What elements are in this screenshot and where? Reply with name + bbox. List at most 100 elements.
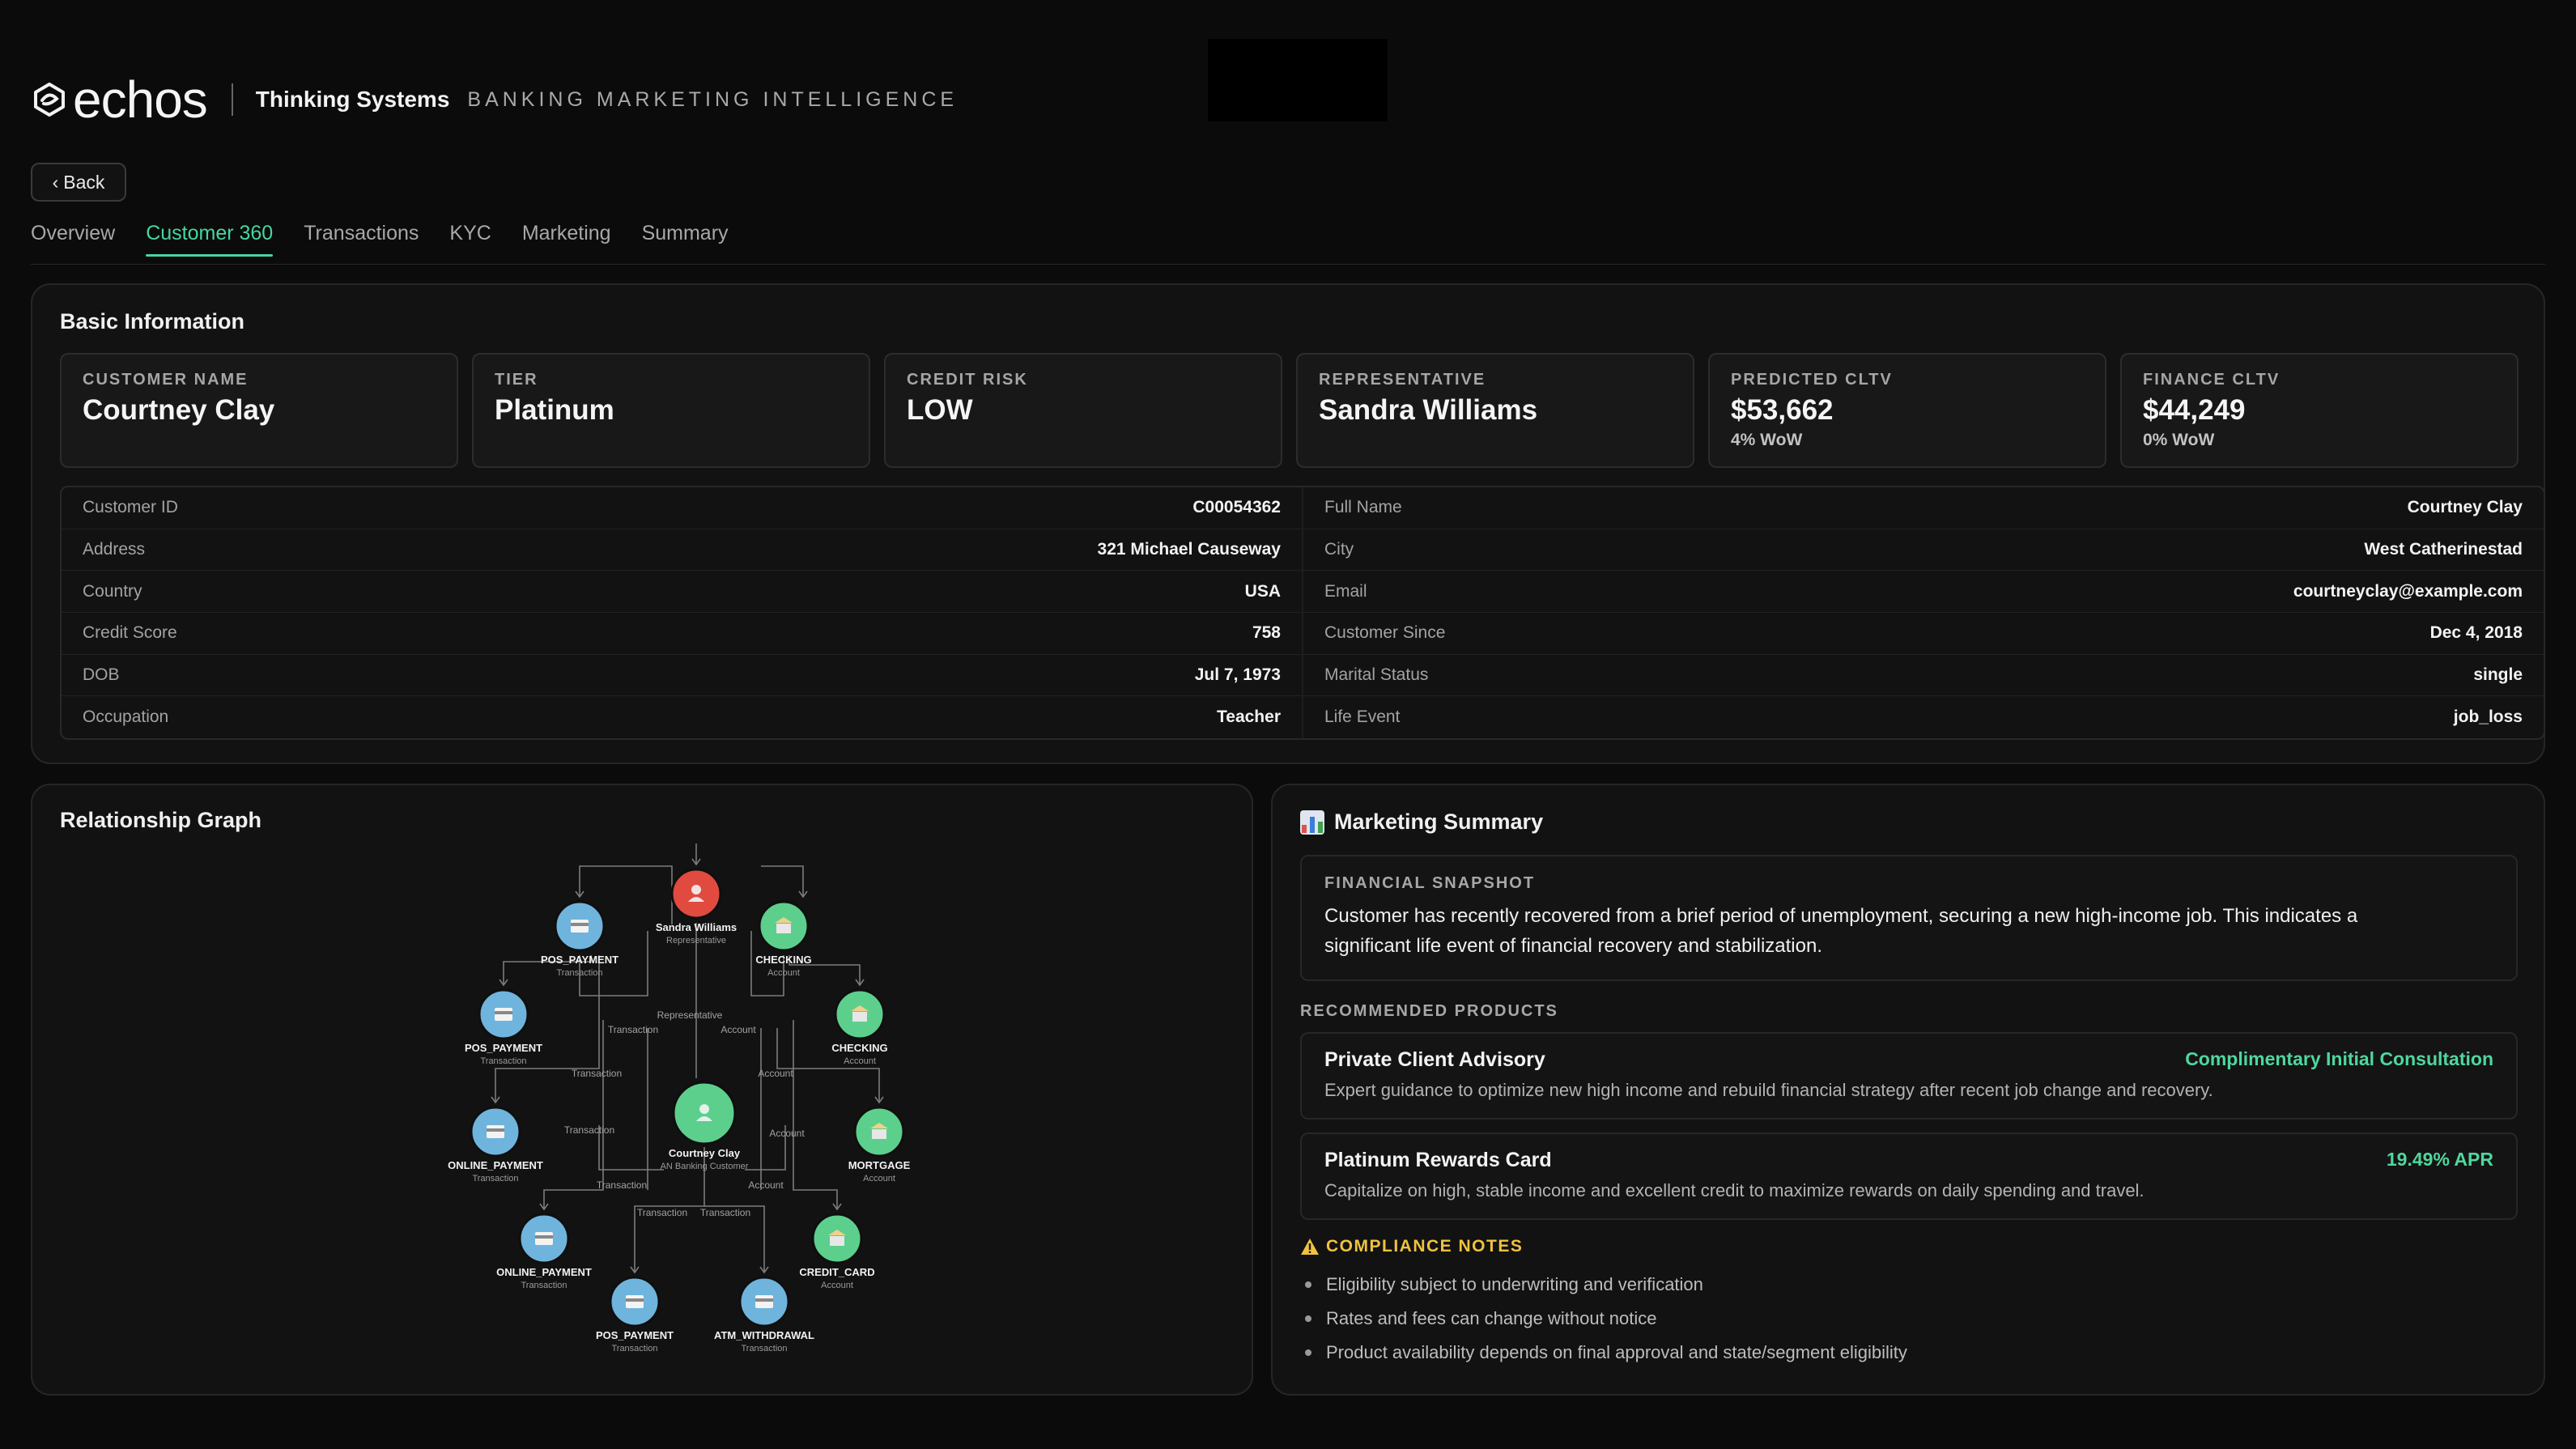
product-description: Capitalize on high, stable income and ex… — [1324, 1180, 2145, 1200]
row-value: 758 — [1252, 623, 1281, 643]
row-key: Country — [83, 581, 142, 601]
node-type: Account — [821, 1281, 853, 1290]
table-row: Customer ID C00054362 — [62, 487, 1302, 529]
brand-name: Thinking Systems — [255, 87, 450, 112]
stat-change: 0% WoW — [2143, 431, 2215, 449]
row-key: Life Event — [1324, 708, 1401, 727]
stat-label: FINANCE CLTV — [2143, 371, 2281, 389]
compliance-notes-header: COMPLIANCE NOTES — [1300, 1237, 1523, 1256]
marketing-summary-card: Marketing Summary FINANCIAL SNAPSHOT Cus… — [1271, 784, 2545, 1396]
node-type: Transaction — [611, 1344, 657, 1353]
logo[interactable]: echos — [31, 74, 208, 125]
customer-details-table: Customer ID C00054362 Address 321 Michael … — [60, 486, 2545, 740]
node-label: Sandra Williams — [656, 921, 737, 933]
stat-tiles: CUSTOMER NAME Courtney Clay TIER Platinu… — [60, 353, 2519, 468]
node-type: Transaction — [472, 1174, 518, 1183]
card-icon-stripe — [487, 1128, 504, 1132]
basic-information-card: Basic Information CUSTOMER NAME Courtney… — [31, 283, 2545, 764]
bank-icon-body — [852, 1012, 867, 1022]
brand-subtitle: BANKING MARKETING INTELLIGENCE — [467, 87, 959, 111]
product-offer: 19.49% APR — [2386, 1149, 2493, 1170]
bank-icon-body — [830, 1236, 844, 1246]
row-key: Customer ID — [83, 498, 178, 517]
row-key: Occupation — [83, 708, 169, 727]
product-card-private-client-advisory[interactable]: Private Client Advisory Complimentary In… — [1300, 1032, 2518, 1120]
redacted-area — [1208, 39, 1388, 121]
snapshot-line: significant life event of financial reco… — [1324, 935, 1822, 957]
edge-label: Representative — [657, 1009, 723, 1021]
row-key: Address — [83, 540, 146, 559]
edge-label: Account — [758, 1068, 793, 1079]
tab-divider — [31, 264, 2545, 265]
product-card-platinum-rewards-card[interactable]: Platinum Rewards Card 19.49% APR Capital… — [1300, 1132, 2518, 1220]
stat-finance-cltv: FINANCE CLTV $44,249 0% WoW — [2120, 353, 2519, 468]
stat-value: LOW — [907, 394, 973, 426]
row-value: Dec 4, 2018 — [2429, 623, 2523, 643]
relationship-graph-canvas[interactable]: Representative Transaction Account Transact… — [32, 785, 1255, 1397]
node-type: Representative — [666, 936, 726, 945]
list-item: Eligibility subject to underwriting and … — [1305, 1268, 1907, 1302]
stat-label: CUSTOMER NAME — [83, 371, 249, 389]
financial-snapshot-text: Customer has recently recovered from a b… — [1324, 901, 2493, 961]
basic-information-title: Basic Information — [60, 309, 245, 334]
tab-kyc[interactable]: KYC — [449, 222, 491, 257]
row-value: Jul 7, 1973 — [1194, 665, 1281, 685]
edge-label: Transaction — [637, 1207, 687, 1218]
relationship-graph-card: Relationship Graph Representative Transac… — [31, 784, 1253, 1396]
edge-label: Account — [748, 1179, 784, 1191]
row-key: DOB — [83, 665, 120, 685]
table-row: Customer Since Dec 4, 2018 — [1303, 613, 2544, 655]
tab-transactions[interactable]: Transactions — [304, 222, 419, 257]
chevron-left-icon: ‹ — [52, 171, 59, 193]
product-name: Platinum Rewards Card — [1324, 1149, 1552, 1171]
node-label: ONLINE_PAYMENT — [496, 1266, 592, 1278]
snapshot-line: Customer has recently recovered from a b… — [1324, 905, 2358, 927]
stat-change: 4% WoW — [1731, 431, 1803, 449]
edge-label: Transaction — [564, 1124, 614, 1136]
row-value: West Catherinestad — [2364, 540, 2523, 559]
node-label: POS_PAYMENT — [596, 1329, 674, 1341]
node-type: AN Banking Customer — [661, 1162, 749, 1171]
card-icon-stripe — [755, 1298, 773, 1302]
node-type: Transaction — [741, 1344, 787, 1353]
tab-summary[interactable]: Summary — [642, 222, 729, 257]
product-description: Expert guidance to optimize new high inc… — [1324, 1080, 2213, 1100]
row-key: Email — [1324, 581, 1367, 601]
node-type: Transaction — [480, 1056, 526, 1066]
row-value: Teacher — [1217, 708, 1281, 727]
stat-label: CREDIT RISK — [907, 371, 1028, 389]
bank-icon-body — [872, 1129, 886, 1139]
node-label: POS_PAYMENT — [465, 1042, 542, 1054]
table-row: DOB Jul 7, 1973 — [62, 655, 1302, 697]
stat-label: PREDICTED CLTV — [1731, 371, 1893, 389]
row-value[interactable]: courtneyclay@example.com — [2293, 582, 2523, 601]
stat-tier: TIER Platinum — [472, 353, 870, 468]
row-value: job_loss — [2453, 708, 2523, 727]
row-value: Courtney Clay — [2407, 498, 2523, 517]
table-row: Full Name Courtney Clay — [1303, 487, 2544, 529]
node-type: Account — [844, 1056, 876, 1066]
person-icon — [699, 1104, 709, 1114]
table-row: Address 321 Michael Causeway — [62, 529, 1302, 572]
row-value: single — [2473, 665, 2523, 685]
card-icon-stripe — [535, 1235, 553, 1239]
compliance-notes-label: COMPLIANCE NOTES — [1326, 1237, 1524, 1256]
product-offer: Complimentary Initial Consultation — [2185, 1048, 2493, 1069]
details-column-right: Full Name Courtney Clay City West Catherin… — [1302, 487, 2544, 738]
financial-snapshot-label: FINANCIAL SNAPSHOT — [1324, 874, 1536, 892]
tab-overview[interactable]: Overview — [31, 222, 115, 257]
app-header: echos Thinking Systems BANKING MARKETING… — [31, 71, 958, 128]
edge-label: Transaction — [597, 1179, 647, 1191]
back-button[interactable]: ‹ Back — [31, 163, 126, 202]
echos-logo-icon — [34, 83, 65, 117]
marketing-summary-title: Marketing Summary — [1334, 809, 1544, 834]
node-type: Account — [767, 968, 800, 978]
tab-customer-360[interactable]: Customer 360 — [146, 222, 274, 257]
row-value: USA — [1244, 581, 1281, 601]
edge-label: Account — [769, 1128, 805, 1139]
stat-value: $44,249 — [2143, 394, 2246, 426]
edge-label: Transaction — [572, 1068, 622, 1079]
node-label: CHECKING — [755, 954, 811, 966]
tab-marketing[interactable]: Marketing — [522, 222, 611, 257]
stat-representative: REPRESENTATIVE Sandra Williams — [1296, 353, 1694, 468]
